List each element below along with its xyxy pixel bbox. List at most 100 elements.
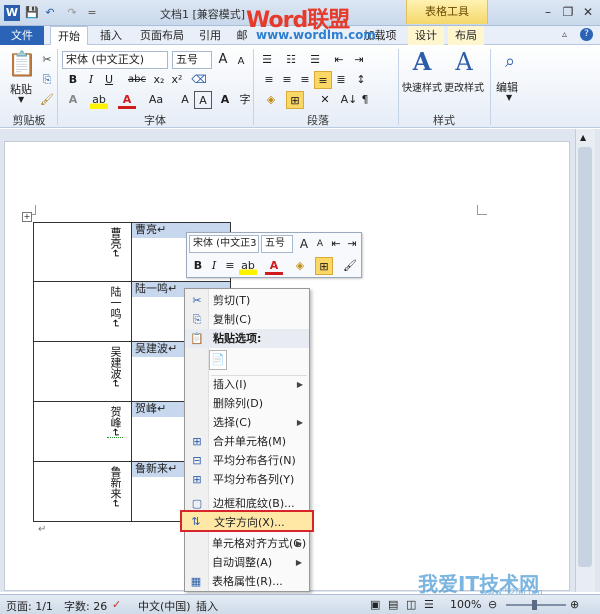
cut-icon[interactable]: ✂: [38, 51, 56, 69]
undo-icon[interactable]: ↶: [42, 5, 58, 21]
scrollbar-thumb[interactable]: [578, 147, 592, 567]
subscript-button[interactable]: x₂: [150, 71, 168, 89]
binoculars-icon[interactable]: ⌕: [494, 47, 526, 77]
format-painter-icon[interactable]: 🖌: [38, 91, 56, 109]
tab-references[interactable]: 引用: [194, 26, 226, 45]
tab-home[interactable]: 开始: [50, 26, 88, 46]
tab-layout[interactable]: 布局: [448, 26, 484, 45]
paste-icon[interactable]: 📋: [6, 49, 38, 79]
mini-font-size-combo[interactable]: 五号: [261, 235, 293, 253]
tab-insert[interactable]: 插入: [94, 26, 128, 45]
quick-styles-button[interactable]: 快速样式: [402, 79, 442, 94]
font-name-combo[interactable]: 宋体 (中文正文): [62, 51, 168, 69]
justify-icon[interactable]: ≡: [314, 71, 332, 89]
menu-item-insert[interactable]: 插入(I) ▶: [185, 375, 309, 394]
zoom-in-icon[interactable]: ⊕: [570, 598, 579, 611]
table-cell[interactable]: 吴建波↵: [33, 341, 132, 402]
mini-font-color-icon[interactable]: A: [265, 257, 283, 275]
strikethrough-button[interactable]: abc: [126, 71, 148, 89]
status-language[interactable]: 中文(中国): [138, 598, 191, 614]
mini-increase-indent-icon[interactable]: ⇥: [343, 235, 361, 253]
status-insert-mode[interactable]: 插入: [196, 598, 218, 614]
font-size-combo[interactable]: 五号: [172, 51, 212, 69]
view-outline-icon[interactable]: ☰: [424, 598, 434, 611]
zoom-slider-thumb[interactable]: [532, 600, 537, 610]
align-center-icon[interactable]: ≡: [278, 71, 296, 89]
minimize-button[interactable]: –: [538, 3, 558, 21]
status-word-count[interactable]: 字数: 26: [64, 598, 107, 614]
view-print-layout-icon[interactable]: ▣: [370, 598, 380, 611]
menu-item-cell-alignment[interactable]: 单元格对齐方式(G) ▶: [184, 534, 308, 553]
mini-borders-icon[interactable]: ⊞: [315, 257, 333, 275]
copy-icon[interactable]: ⎘: [38, 71, 56, 89]
vertical-scrollbar[interactable]: ▲: [575, 129, 595, 592]
change-styles-button[interactable]: 更改样式: [444, 79, 484, 94]
tab-file[interactable]: 文件: [0, 26, 44, 45]
decrease-indent-icon[interactable]: ⇤: [330, 51, 348, 69]
table-cell[interactable]: 鲁新来↵: [33, 461, 132, 522]
distributed-icon[interactable]: ≣: [332, 71, 350, 89]
chinese-layout-icon[interactable]: ✕: [316, 91, 334, 109]
menu-item-table-properties[interactable]: ▦ 表格属性(R)...: [184, 572, 308, 591]
multilevel-list-icon[interactable]: ☰: [306, 51, 324, 69]
word-app-icon[interactable]: W: [4, 5, 20, 21]
char-shading-icon[interactable]: A: [176, 91, 194, 109]
menu-item-distribute-columns[interactable]: ⊞ 平均分布各列(Y): [185, 470, 309, 489]
phonetic-guide-icon[interactable]: 字: [236, 91, 254, 109]
shading-icon[interactable]: ◈: [262, 91, 280, 109]
italic-button[interactable]: I: [82, 71, 100, 89]
line-spacing-icon[interactable]: ↕: [352, 71, 370, 89]
redo-icon[interactable]: ↷: [64, 5, 80, 21]
show-marks-icon[interactable]: ¶: [356, 91, 374, 109]
menu-item-autofit[interactable]: 自动调整(A) ▶: [184, 553, 308, 572]
enclose-char-icon[interactable]: A: [216, 91, 234, 109]
clear-formatting-icon[interactable]: ⌫: [190, 71, 208, 89]
align-left-icon[interactable]: ≡: [260, 71, 278, 89]
table-cell[interactable]: 贺峰↵: [33, 401, 132, 462]
mini-font-name-combo[interactable]: 宋体 (中文正3: [189, 235, 259, 253]
align-right-icon[interactable]: ≡: [296, 71, 314, 89]
close-button[interactable]: ✕: [578, 3, 598, 21]
increase-indent-icon[interactable]: ⇥: [350, 51, 368, 69]
menu-item-cut[interactable]: ✂ 剪切(T): [185, 291, 309, 310]
menu-item-merge-cells[interactable]: ⊞ 合并单元格(M): [185, 432, 309, 451]
editing-dropdown-icon[interactable]: ▼: [506, 93, 512, 102]
bullets-icon[interactable]: ☰: [258, 51, 276, 69]
mini-format-painter-icon[interactable]: 🖌: [341, 257, 359, 275]
menu-item-copy[interactable]: ⎘ 复制(C): [185, 310, 309, 329]
change-styles-icon[interactable]: A: [448, 47, 480, 77]
menu-item-distribute-rows[interactable]: ⊟ 平均分布各行(N): [185, 451, 309, 470]
collapse-ribbon-icon[interactable]: ▵: [562, 29, 567, 40]
change-case-icon[interactable]: Aa: [144, 91, 168, 109]
mini-highlight-icon[interactable]: ab: [239, 257, 257, 275]
scroll-up-icon[interactable]: ▲: [580, 133, 586, 142]
help-icon[interactable]: ?: [580, 28, 593, 41]
status-page[interactable]: 页面: 1/1: [6, 598, 53, 614]
paste-keep-text-icon[interactable]: 📄: [209, 350, 227, 370]
paste-dropdown-icon[interactable]: ▼: [18, 95, 24, 104]
zoom-out-icon[interactable]: ⊖: [488, 598, 497, 611]
table-cell[interactable]: 陆一鸣↵: [33, 281, 132, 342]
tab-page-layout[interactable]: 页面布局: [134, 26, 190, 45]
view-reading-icon[interactable]: ▤: [388, 598, 398, 611]
font-color-icon[interactable]: A: [118, 91, 136, 109]
highlight-icon[interactable]: ab: [90, 91, 108, 109]
view-web-icon[interactable]: ◫: [406, 598, 416, 611]
status-zoom[interactable]: 100%: [450, 598, 481, 611]
customize-quick-access-icon[interactable]: =: [84, 5, 100, 21]
underline-button[interactable]: U: [100, 71, 118, 89]
table-cell[interactable]: 曹亮↵: [33, 222, 132, 282]
menu-item-text-direction[interactable]: ⇅ 文字方向(X)...: [180, 510, 314, 532]
superscript-button[interactable]: x²: [168, 71, 186, 89]
proofing-icon[interactable]: ✓: [112, 598, 121, 611]
mini-center-icon[interactable]: ≡: [221, 257, 239, 275]
restore-button[interactable]: ❐: [558, 3, 578, 21]
char-border-icon[interactable]: A: [194, 91, 212, 109]
mini-shading-icon[interactable]: ◈: [291, 257, 309, 275]
menu-item-delete-column[interactable]: 删除列(D): [185, 394, 309, 413]
borders-icon[interactable]: ⊞: [286, 91, 304, 109]
grow-font-icon[interactable]: A: [214, 51, 232, 69]
tab-design[interactable]: 设计: [408, 26, 444, 45]
quick-styles-icon[interactable]: A: [406, 47, 438, 77]
text-effects-icon[interactable]: A: [64, 91, 82, 109]
